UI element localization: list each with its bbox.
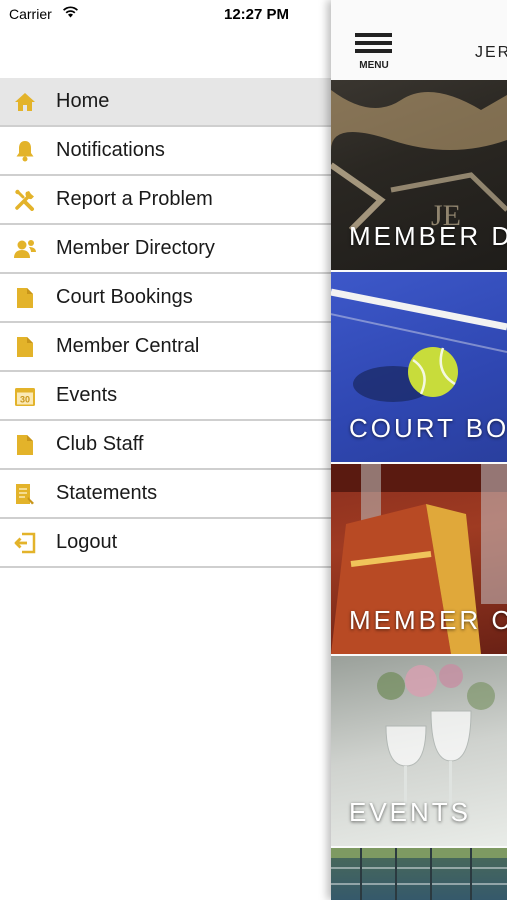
members-icon <box>13 237 37 261</box>
hamburger-icon <box>355 49 392 53</box>
drawer-item-label: Report a Problem <box>56 188 213 210</box>
main-content-panel: MENU JER JE MEMBER D COURT BOO <box>331 0 507 900</box>
document-icon <box>13 286 37 310</box>
drawer-item-label: Statements <box>56 482 158 504</box>
club-brand-title: JER <box>475 44 507 61</box>
carrier-label: Carrier <box>9 6 52 22</box>
tile-member-directory[interactable]: JE MEMBER D <box>331 80 507 270</box>
document-icon <box>13 335 37 359</box>
tile-courts[interactable] <box>331 848 507 900</box>
svg-text:30: 30 <box>20 394 30 404</box>
drawer-item-label: Member Central <box>56 335 200 357</box>
drawer-item-label: Logout <box>56 531 118 553</box>
hamburger-icon <box>355 33 392 37</box>
logout-icon <box>13 531 37 555</box>
tile-court-bookings[interactable]: COURT BOO <box>331 272 507 462</box>
tools-icon <box>13 188 37 212</box>
drawer-item-member-directory[interactable]: Member Directory <box>0 225 331 274</box>
tile-label: COURT BOO <box>349 413 507 443</box>
tile-label: EVENTS <box>349 797 472 827</box>
menu-label: MENU <box>359 60 389 71</box>
hamburger-icon <box>355 41 392 45</box>
clock: 12:27 PM <box>224 6 290 23</box>
drawer-item-label: Home <box>56 90 110 112</box>
drawer-item-label: Court Bookings <box>56 286 193 308</box>
drawer-item-label: Notifications <box>56 139 165 161</box>
calendar-icon: 30 <box>13 384 37 408</box>
home-icon <box>13 90 37 114</box>
tile-label: MEMBER C <box>349 605 507 635</box>
drawer-item-report-a-problem[interactable]: Report a Problem <box>0 176 331 225</box>
side-drawer: Home Notifications Report a Problem Memb… <box>0 78 331 568</box>
drawer-item-notifications[interactable]: Notifications <box>0 127 331 176</box>
document-icon <box>13 433 37 457</box>
drawer-item-court-bookings[interactable]: Court Bookings <box>0 274 331 323</box>
drawer-item-club-staff[interactable]: Club Staff <box>0 421 331 470</box>
drawer-item-label: Events <box>56 384 118 406</box>
menu-button[interactable]: MENU <box>353 33 393 73</box>
drawer-item-label: Club Staff <box>56 433 144 455</box>
drawer-item-logout[interactable]: Logout <box>0 519 331 568</box>
courts-image <box>331 848 507 900</box>
tile-member-central[interactable]: MEMBER C <box>331 464 507 654</box>
drawer-item-label: Member Directory <box>56 237 215 259</box>
tile-label: MEMBER D <box>349 221 507 251</box>
drawer-item-events[interactable]: 30 Events <box>0 372 331 421</box>
drawer-item-statements[interactable]: Statements <box>0 470 331 519</box>
wifi-icon <box>62 5 79 22</box>
tile-events[interactable]: EVENTS <box>331 656 507 846</box>
statement-icon <box>13 482 37 506</box>
drawer-item-home[interactable]: Home <box>0 78 331 127</box>
drawer-item-member-central[interactable]: Member Central <box>0 323 331 372</box>
bell-icon <box>13 139 37 163</box>
